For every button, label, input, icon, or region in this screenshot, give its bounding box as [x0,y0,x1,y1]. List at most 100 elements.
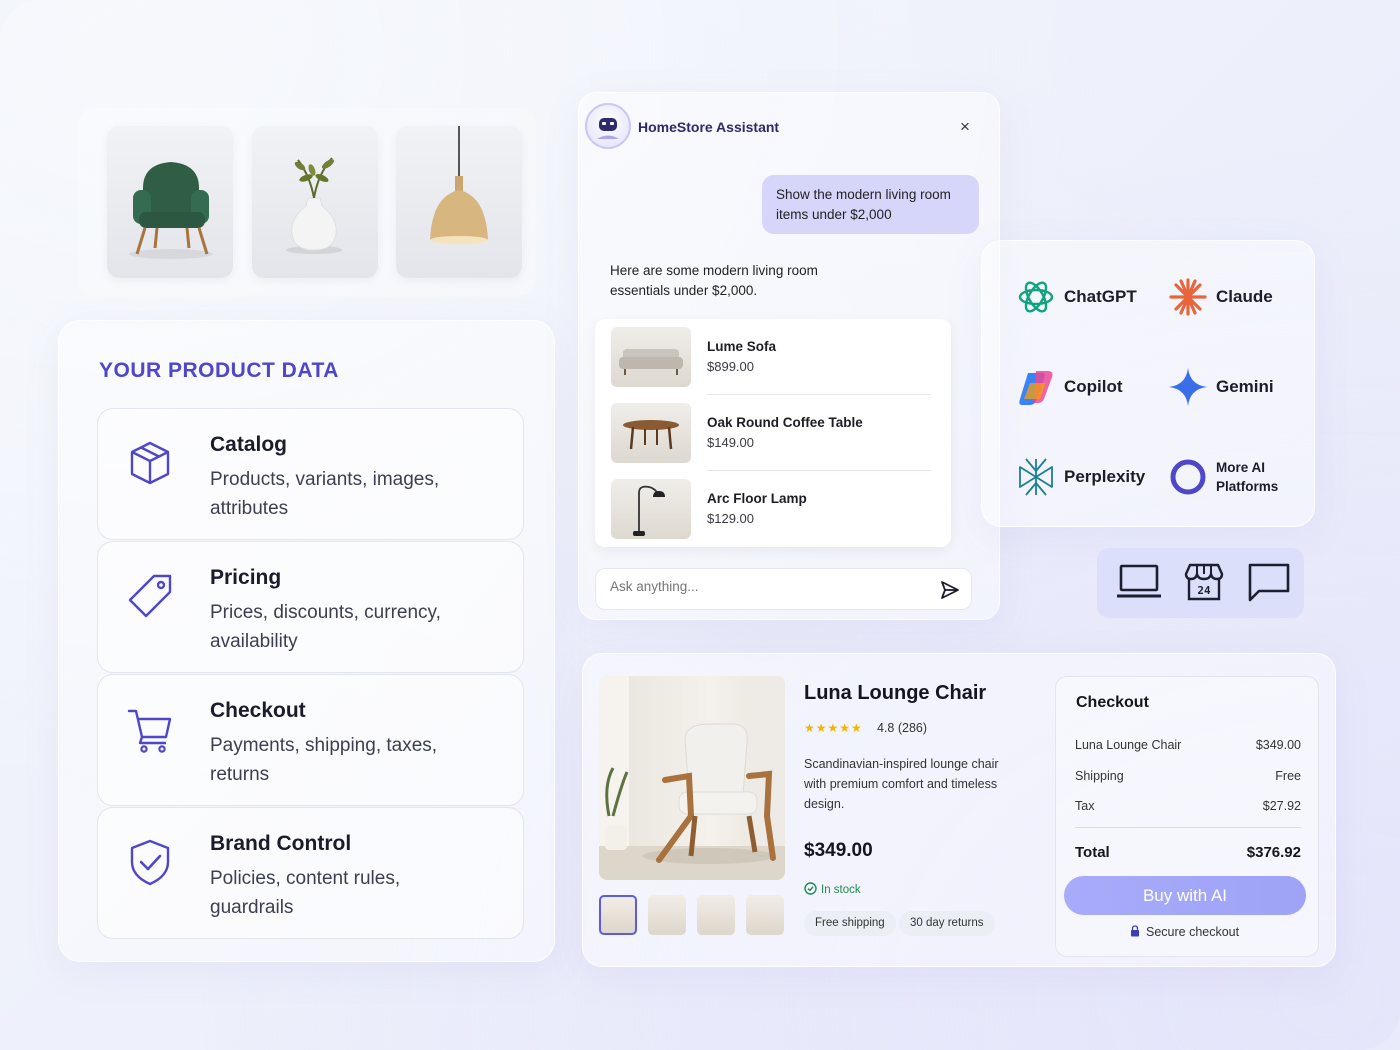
secure-checkout: Secure checkout [1130,925,1239,939]
platform-name: Gemini [1216,377,1274,396]
storefront-24-icon[interactable]: 24 [1182,562,1226,602]
row-label: Shipping [1075,769,1124,783]
stock-label: In stock [821,884,861,896]
product-results-list: Lume Sofa $899.00 Oak Round Coffee Table… [595,319,951,547]
catalog-title: Catalog [210,433,288,456]
result-name: Oak Round Coffee Table [707,415,863,430]
checkout-divider [1075,827,1301,828]
checkout-row-tax: Tax $27.92 [1075,799,1301,813]
result-divider [707,470,931,471]
product-title: Luna Lounge Chair [804,682,987,704]
result-name: Arc Floor Lamp [707,491,807,506]
product-thumb-4[interactable] [746,895,784,935]
product-detail-panel: Luna Lounge Chair ★★★★★ 4.8 (286) Scandi… [582,653,1336,967]
chat-assistant-panel: HomeStore Assistant × Show the modern li… [578,92,1000,620]
platform-name: Perplexity [1064,467,1146,486]
pricing-desc: Prices, discounts, currency, availabilit… [210,602,441,652]
secure-checkout-label: Secure checkout [1146,925,1240,939]
pendant-lamp-image[interactable] [396,126,522,278]
row-value: $27.92 [1262,799,1301,813]
robot-avatar-icon [585,103,631,149]
row-value: $349.00 [1255,738,1301,752]
chatgpt-icon [1018,281,1054,313]
vase-image[interactable] [252,126,378,278]
checkout-card[interactable]: Checkout Payments, shipping, taxes, retu… [97,674,524,806]
result-item-floor-lamp[interactable]: Arc Floor Lamp $129.00 [611,479,935,541]
product-data-panel: YOUR PRODUCT DATA Catalog Products, vari… [58,320,555,962]
check-circle-icon [804,882,817,895]
ring-icon [1170,459,1206,495]
gemini-icon [1169,368,1207,406]
claude-icon [1169,278,1207,316]
row-label: Tax [1075,799,1095,813]
shopping-cart-icon [127,709,172,753]
product-thumb-3[interactable] [697,895,735,935]
chat-input-box [595,568,972,610]
checkout-row-shipping: Shipping Free [1075,769,1301,783]
close-icon[interactable]: × [960,117,970,137]
total-value: $376.92 [1246,844,1301,861]
buy-with-ai-button[interactable]: Buy with AI [1064,876,1306,915]
checkout-title: Checkout [210,699,306,722]
chat-input[interactable] [610,579,910,594]
lock-icon [1131,925,1139,937]
total-label: Total [1075,844,1110,861]
send-icon[interactable] [940,580,960,600]
copilot-icon [1019,371,1053,405]
row-label: Luna Lounge Chair [1075,738,1182,752]
rating-text: 4.8 (286) [877,721,928,735]
chat-title: HomeStore Assistant [638,119,780,135]
chat-bubble-icon[interactable] [1247,562,1291,602]
product-main-image[interactable] [599,676,785,880]
pricing-card[interactable]: Pricing Prices, discounts, currency, ava… [97,541,524,673]
stock-status: In stock [804,882,861,896]
result-name: Lume Sofa [707,339,777,354]
shield-check-icon [130,839,170,886]
assistant-message: Here are some modern living room essenti… [610,263,818,298]
product-data-title: YOUR PRODUCT DATA [99,359,339,382]
platform-name: Copilot [1064,377,1123,396]
brand-control-title: Brand Control [210,832,352,855]
laptop-icon[interactable] [1117,562,1161,602]
svg-text:24: 24 [1197,584,1211,597]
coffee-table-image [611,403,691,463]
star-rating-icon: ★★★★★ [804,721,863,735]
product-image-strip [78,108,536,296]
free-shipping-chip: Free shipping [804,911,896,936]
result-divider [707,394,931,395]
checkout-total: Total $376.92 [1075,844,1301,861]
result-item-sofa[interactable]: Lume Sofa $899.00 [611,327,935,389]
sofa-image [611,327,691,387]
channels-bar: 24 [1097,548,1304,618]
armchair-image[interactable] [107,126,233,278]
product-thumb-2[interactable] [648,895,686,935]
perplexity-icon [1019,458,1053,496]
floor-lamp-image [611,479,691,539]
platform-name: More AI Platforms [1216,460,1279,494]
product-description: Scandinavian-inspired lounge chair with … [804,757,999,811]
result-price: $129.00 [707,511,754,526]
result-price: $149.00 [707,435,754,450]
ai-platforms-panel: ChatGPT Claude Copilot Gemini Perplexity… [981,240,1315,527]
catalog-desc: Products, variants, images, attributes [210,469,440,519]
product-thumb-1[interactable] [599,895,637,935]
checkout-summary-title: Checkout [1076,694,1149,711]
product-price: $349.00 [804,840,873,861]
pricing-title: Pricing [210,566,282,589]
row-value: Free [1275,769,1301,783]
user-message: Show the modern living room items under … [762,175,979,234]
platform-name: Claude [1216,287,1273,306]
result-price: $899.00 [707,359,754,374]
checkout-summary: Checkout Luna Lounge Chair $349.00 Shipp… [1055,676,1319,957]
box-icon [130,441,170,485]
brand-control-card[interactable]: Brand Control Policies, content rules, g… [97,807,524,939]
returns-chip: 30 day returns [899,911,995,936]
catalog-card[interactable]: Catalog Products, variants, images, attr… [97,408,524,540]
brand-control-desc: Policies, content rules, guardrails [210,868,401,918]
result-item-coffee-table[interactable]: Oak Round Coffee Table $149.00 [611,403,935,465]
price-tag-icon [128,574,172,618]
chat-header: HomeStore Assistant × [579,93,999,159]
platform-name: ChatGPT [1064,287,1137,306]
checkout-desc: Payments, shipping, taxes, returns [210,735,438,785]
checkout-row-item: Luna Lounge Chair $349.00 [1075,738,1301,752]
